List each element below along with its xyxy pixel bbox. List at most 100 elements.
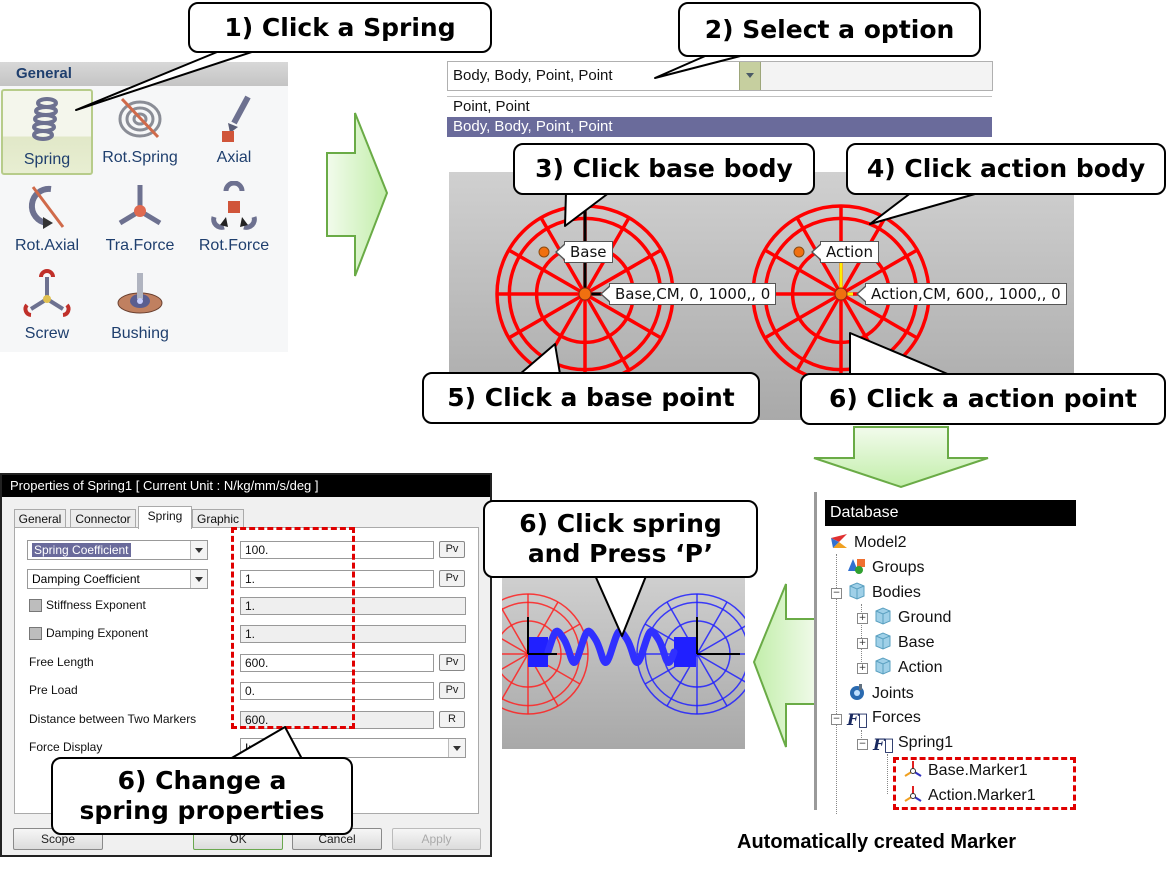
damping-type-select[interactable]: Damping Coefficient <box>27 569 208 589</box>
chevron-down-icon[interactable] <box>190 570 207 588</box>
base-body-tag: Base <box>555 241 613 263</box>
tree-item-base[interactable]: Base <box>873 632 934 653</box>
action-cm-tag: Action,CM, 600,, 1000,, 0 <box>856 283 1067 305</box>
body-icon <box>875 632 891 650</box>
dialog-title: Properties of Spring1 [ Current Unit : N… <box>2 475 490 497</box>
body-icon <box>875 657 891 675</box>
callout-text: 3) Click base body <box>535 154 793 183</box>
tab-connector[interactable]: Connector <box>70 509 136 528</box>
damping-coefficient-pv-button[interactable]: Pv <box>439 570 465 587</box>
tree-item-bodies[interactable]: Bodies <box>847 582 921 603</box>
callout-step6-click-spring: 6) Click spring and Press ‘P’ <box>483 500 758 578</box>
palette-item-label: Tra.Force <box>105 237 175 254</box>
stiffness-exponent-checkbox[interactable] <box>29 599 42 612</box>
tree-item-label: Bodies <box>872 584 921 601</box>
callout-step6-action-point: 6) Click a action point <box>800 373 1166 425</box>
joints-icon <box>850 684 864 700</box>
expand-ground-toggle[interactable]: + <box>857 613 868 624</box>
palette-item-label: Screw <box>24 325 70 342</box>
damping-exponent-checkbox[interactable] <box>29 627 42 640</box>
force-display-select[interactable]: In <box>240 738 466 758</box>
tree-item-joints[interactable]: Joints <box>847 683 914 704</box>
callout-step6-change-properties: 6) Change a spring properties <box>51 757 353 835</box>
chevron-down-icon[interactable] <box>448 739 465 757</box>
tree-guide <box>887 754 888 794</box>
general-palette: General Spring Rot.Spring Axial Rot.Axia… <box>0 62 288 352</box>
pre-load-label: Pre Load <box>29 683 78 697</box>
action-point[interactable] <box>834 287 848 301</box>
force-display-value: In <box>245 741 256 755</box>
rot-force-icon <box>211 180 257 230</box>
damping-exponent-label: Damping Exponent <box>46 626 149 640</box>
callout-text: 6) Click a action point <box>828 384 1137 413</box>
palette-item-label: Bushing <box>111 325 169 342</box>
pre-load-pv-button[interactable]: Pv <box>439 682 465 699</box>
palette-item-spring[interactable]: Spring <box>1 89 93 175</box>
palette-item-axial[interactable]: Axial <box>188 89 280 175</box>
tree-item-forces[interactable]: F⃗ Forces <box>847 708 921 729</box>
expand-action-toggle[interactable]: + <box>857 663 868 674</box>
collapse-forces-toggle[interactable]: − <box>831 714 842 725</box>
stiffness-type-select[interactable]: Spring Coefficient <box>27 540 208 560</box>
palette-item-rot-force[interactable]: Rot.Force <box>188 177 280 263</box>
tab-spring[interactable]: Spring <box>138 506 192 529</box>
callout-text: 6) Click spring <box>519 509 722 538</box>
next-step-down-arrow-icon <box>813 426 989 489</box>
callout-step3: 3) Click base body <box>513 143 815 195</box>
spring-icon <box>32 97 58 141</box>
tab-general[interactable]: General <box>14 509 66 528</box>
tree-item-spring1[interactable]: F⃗ Spring1 <box>873 733 953 754</box>
tree-item-label: Base <box>898 634 935 651</box>
database-title: Database <box>825 500 1076 526</box>
palette-item-label: Spring <box>23 151 71 168</box>
apply-button[interactable]: Apply <box>392 828 481 850</box>
collapse-spring1-toggle[interactable]: − <box>857 739 868 750</box>
distance-label: Distance between Two Markers <box>29 712 197 726</box>
option-point-point[interactable]: Point, Point <box>447 97 992 117</box>
palette-item-rot-spring[interactable]: Rot.Spring <box>94 89 186 175</box>
palette-header: General <box>0 62 288 86</box>
palette-item-label: Rot.Force <box>198 237 270 254</box>
callout-text: 2) Select a option <box>704 14 955 44</box>
option-body-body-point-point[interactable]: Body, Body, Point, Point <box>447 117 992 137</box>
next-step-arrow-icon <box>326 112 389 277</box>
combo-filler <box>761 62 992 90</box>
palette-item-label: Axial <box>216 149 252 166</box>
tree-item-groups[interactable]: Groups <box>847 557 924 578</box>
expand-base-toggle[interactable]: + <box>857 638 868 649</box>
chevron-down-icon[interactable] <box>190 541 207 559</box>
force-display-label: Force Display <box>29 740 103 754</box>
free-length-pv-button[interactable]: Pv <box>439 654 465 671</box>
tree-item-action[interactable]: Action <box>873 657 942 678</box>
tab-graphic[interactable]: Graphic <box>192 509 244 528</box>
callout-step4: 4) Click action body <box>846 143 1166 195</box>
force-icon: F⃗ <box>847 710 868 729</box>
distance-refresh-button[interactable]: R <box>439 711 465 728</box>
spring-coil[interactable] <box>544 627 678 666</box>
palette-item-rot-axial[interactable]: Rot.Axial <box>1 177 93 263</box>
palette-item-label: Rot.Axial <box>14 237 80 254</box>
wheel-spoke <box>696 625 745 655</box>
tra-force-icon <box>118 185 162 226</box>
base-point[interactable] <box>578 287 592 301</box>
tree-item-model[interactable]: Model2 <box>829 532 906 553</box>
spring-coefficient-pv-button[interactable]: Pv <box>439 541 465 558</box>
creation-option-select[interactable]: Body, Body, Point, Point <box>447 61 993 91</box>
damping-type-value: Damping Coefficient <box>32 572 140 586</box>
body-icon <box>875 607 891 625</box>
action-cm-dot[interactable] <box>793 246 805 258</box>
creation-option-value: Body, Body, Point, Point <box>453 67 613 84</box>
collapse-bodies-toggle[interactable]: − <box>831 588 842 599</box>
tree-item-ground[interactable]: Ground <box>873 607 951 628</box>
palette-item-screw[interactable]: Screw <box>1 265 93 351</box>
palette-item-bushing[interactable]: Bushing <box>94 265 186 351</box>
groups-icon <box>848 559 865 574</box>
chevron-down-icon[interactable] <box>739 62 761 90</box>
palette-item-tra-force[interactable]: Tra.Force <box>94 177 186 263</box>
callout-step5: 5) Click a base point <box>422 372 760 424</box>
model-icon <box>831 534 847 548</box>
rot-axial-icon <box>28 185 65 229</box>
spring-viewport[interactable] <box>502 577 745 749</box>
footer-caption: Automatically created Marker <box>737 831 1017 853</box>
base-cm-dot[interactable] <box>538 246 550 258</box>
